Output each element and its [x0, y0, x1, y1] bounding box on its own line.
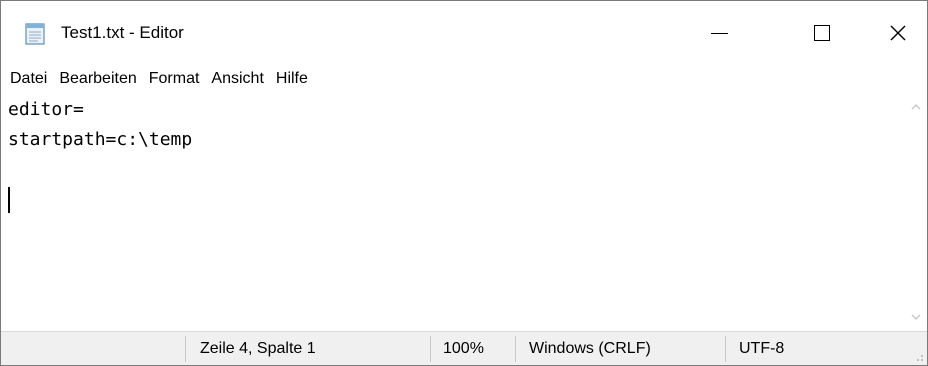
status-cursor-position: Zeile 4, Spalte 1: [200, 340, 316, 357]
menu-ansicht[interactable]: Ansicht: [205, 64, 269, 94]
resize-grip-icon[interactable]: [912, 350, 924, 362]
minimize-icon: [710, 32, 728, 35]
notepad-icon[interactable]: [23, 22, 49, 46]
scroll-up-icon[interactable]: [910, 101, 922, 113]
maximize-button[interactable]: [793, 1, 851, 64]
menu-datei[interactable]: Datei: [1, 64, 53, 94]
text-caret: [8, 187, 10, 213]
title-bar[interactable]: Test1.txt - Editor: [1, 1, 927, 64]
editor-line[interactable]: [1, 185, 905, 215]
status-zoom: 100%: [443, 340, 484, 357]
menu-bearbeiten[interactable]: Bearbeiten: [53, 64, 142, 94]
status-divider: [430, 336, 431, 362]
close-button[interactable]: [869, 1, 927, 64]
editor-line[interactable]: startpath=c:\temp: [1, 125, 905, 155]
minimize-button[interactable]: [690, 1, 748, 64]
status-bar: Zeile 4, Spalte 1 100% Windows (CRLF) UT…: [1, 331, 927, 365]
status-divider: [515, 336, 516, 362]
editor-line[interactable]: editor=: [1, 95, 905, 125]
status-encoding: UTF-8: [739, 340, 785, 357]
notepad-window: Test1.txt - Editor Datei Bearbeiten Form…: [0, 0, 928, 366]
menu-format[interactable]: Format: [143, 64, 206, 94]
scroll-down-icon[interactable]: [910, 311, 922, 323]
menu-hilfe[interactable]: Hilfe: [270, 64, 314, 94]
close-icon: [890, 25, 906, 40]
editor-line[interactable]: [1, 155, 905, 185]
vertical-scrollbar[interactable]: [905, 95, 927, 331]
window-title: Test1.txt - Editor: [61, 23, 184, 42]
menu-bar: Datei Bearbeiten Format Ansicht Hilfe: [1, 64, 927, 94]
maximize-icon: [814, 24, 830, 41]
text-editor[interactable]: editor= startpath=c:\temp: [1, 95, 905, 331]
status-divider: [725, 336, 726, 362]
status-divider: [185, 336, 186, 362]
status-line-ending: Windows (CRLF): [529, 340, 651, 357]
